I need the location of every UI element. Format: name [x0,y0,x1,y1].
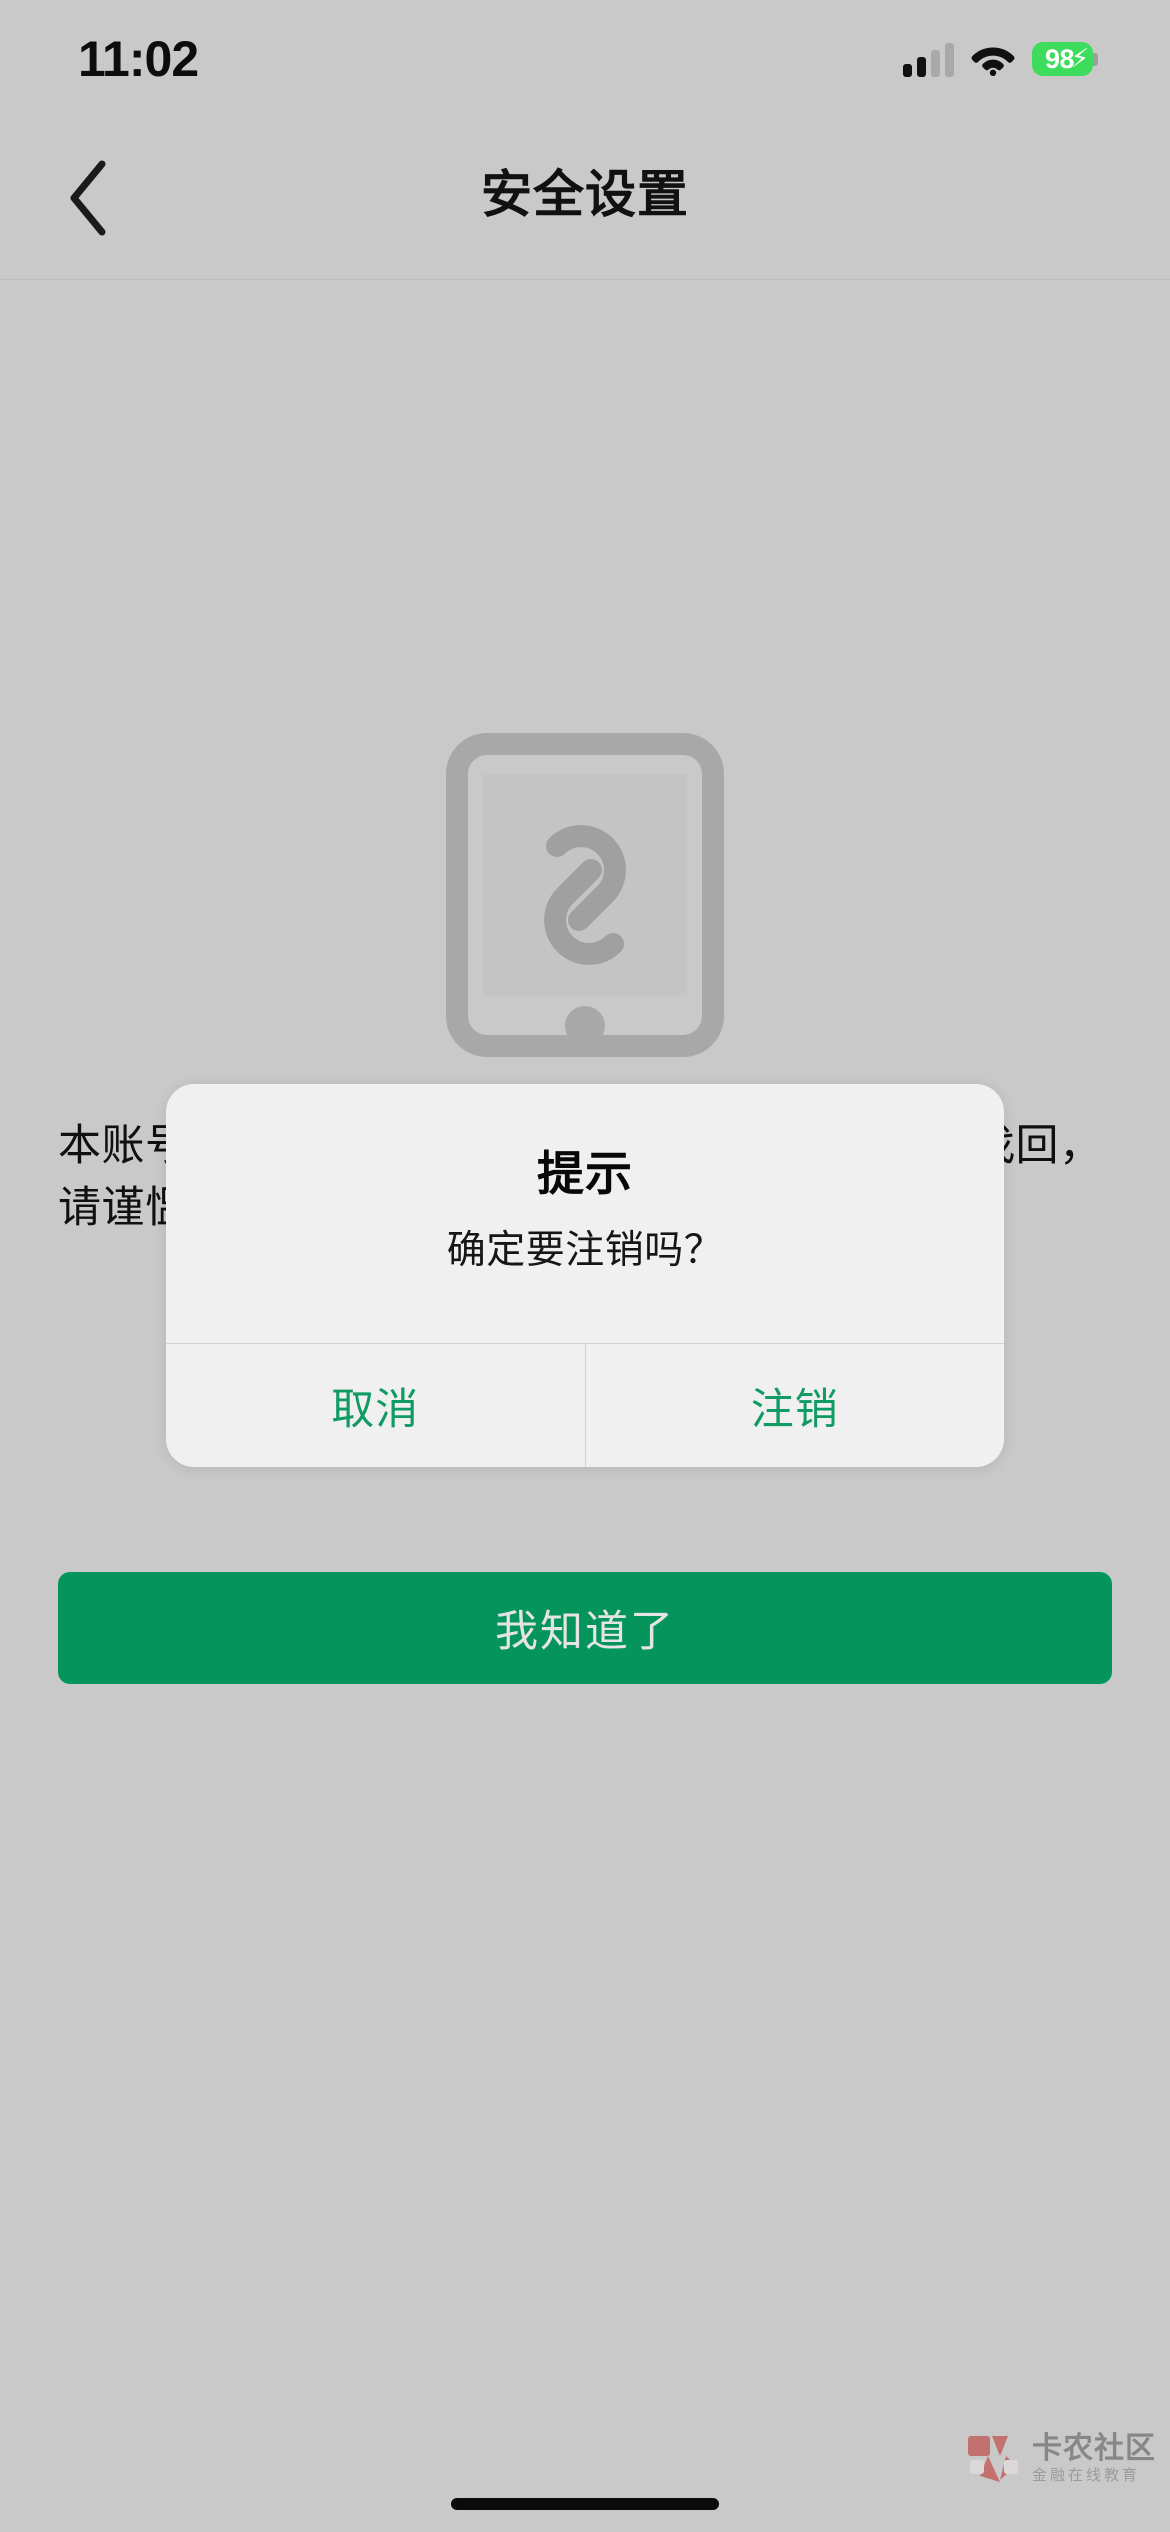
watermark-name: 卡农社区 [1032,2431,1156,2465]
kanong-logo-icon [968,2436,1018,2482]
acknowledge-button[interactable]: 我知道了 [58,1572,1112,1684]
charging-bolt-icon: ⚡ [1070,43,1090,73]
battery-nub [1093,52,1098,66]
dialog-title: 提示 [537,1147,633,1200]
status-bar: 11:02 98 ⚡ [0,0,1170,100]
home-indicator[interactable] [451,2498,719,2510]
page-title: 安全设置 [480,166,689,223]
confirm-logout-button[interactable]: 注销 [584,1344,1005,1468]
status-bar-time: 11:02 [78,31,199,87]
dialog-message: 确定要注销吗？ [446,1229,724,1273]
nav-bar: 安全设置 [0,100,1170,280]
battery-icon: 98 ⚡ [1032,42,1098,76]
confirm-logout-dialog: 提示 确定要注销吗？ 取消 注销 [166,1084,1005,1468]
phone-link-icon [446,733,724,1057]
watermark-text: 卡农社区 金融在线教育 [1032,2431,1156,2484]
status-bar-indicators: 98 ⚡ [903,41,1098,77]
illustration [0,730,1170,1060]
wifi-icon [970,42,1016,76]
watermark-tagline: 金融在线教育 [1032,2466,1141,2484]
dialog-body: 提示 确定要注销吗？ [166,1084,1004,1343]
dialog-actions: 取消 注销 [166,1343,1005,1468]
app-screen: 11:02 98 ⚡ 安全设置 我知道了 提示 确定要注销吗？ 取消 注销 卡农… [0,0,1170,2532]
cancel-button[interactable]: 取消 [166,1344,585,1467]
cellular-bars-icon [903,41,954,77]
watermark: 卡农社区 金融在线教育 [966,2432,1156,2484]
battery-percent: 98 [1045,43,1075,74]
